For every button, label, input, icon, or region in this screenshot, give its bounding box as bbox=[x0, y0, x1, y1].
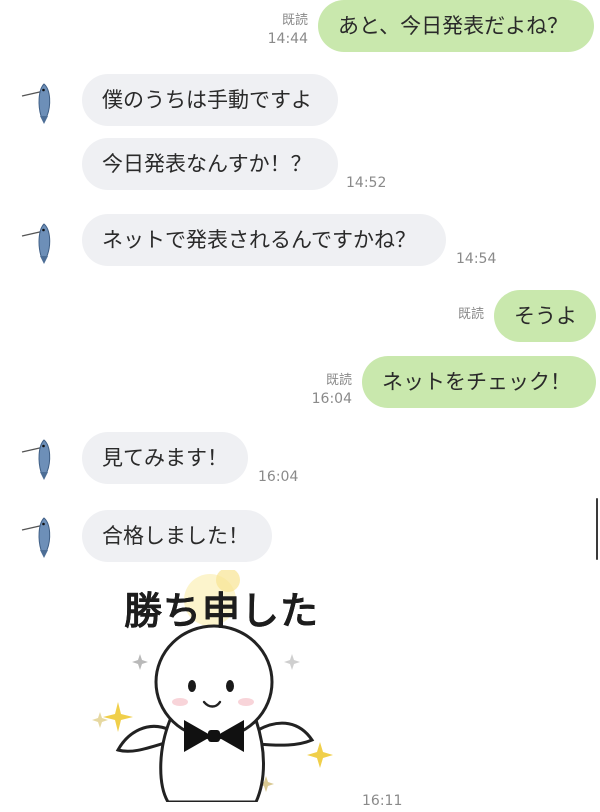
message-bubble-incoming[interactable]: 見てみます！ bbox=[82, 432, 248, 484]
message-bubble-incoming[interactable]: 僕のうちは手動ですよ bbox=[82, 74, 338, 126]
message-time: 14:44 bbox=[267, 31, 308, 47]
message-text: あと、今日発表だよね？ bbox=[338, 14, 569, 38]
message-text: 僕のうちは手動ですよ bbox=[102, 88, 312, 112]
message-text: そうよ bbox=[514, 304, 577, 328]
message-time: 16:04 bbox=[311, 391, 352, 407]
message-meta: 既読 16:04 bbox=[292, 372, 352, 408]
message-bubble-outgoing[interactable]: あと、今日発表だよね？ bbox=[318, 0, 594, 52]
message-bubble-incoming[interactable]: 合格しました！ bbox=[82, 510, 272, 562]
read-receipt: 既読 bbox=[281, 13, 308, 28]
fish-icon[interactable] bbox=[18, 510, 68, 560]
message-time: 14:52 bbox=[346, 175, 387, 191]
fish-icon[interactable] bbox=[18, 216, 68, 266]
message-bubble-incoming[interactable]: 今日発表なんすか！？ bbox=[82, 138, 338, 190]
fish-icon[interactable] bbox=[18, 76, 68, 126]
read-receipt: 既読 bbox=[457, 307, 484, 322]
message-text: 合格しました！ bbox=[102, 524, 249, 548]
message-bubble-outgoing[interactable]: そうよ bbox=[494, 290, 596, 342]
message-time: 16:11 bbox=[362, 793, 403, 809]
message-text: 今日発表なんすか！？ bbox=[102, 152, 312, 176]
message-bubble-incoming[interactable]: ネットで発表されるんですかね？ bbox=[82, 214, 446, 266]
message-meta: 既読 bbox=[424, 306, 484, 324]
sticker-image[interactable]: 勝ち申した bbox=[88, 568, 348, 804]
message-time: 14:54 bbox=[456, 251, 497, 267]
message-text: ネットで発表されるんですかね？ bbox=[102, 228, 416, 252]
read-receipt: 既読 bbox=[325, 373, 352, 388]
message-text: 見てみます！ bbox=[102, 446, 228, 470]
message-time: 16:04 bbox=[258, 469, 299, 485]
sticker-caption: 勝ち申した bbox=[124, 589, 320, 633]
scrollbar[interactable] bbox=[596, 498, 598, 560]
message-bubble-outgoing[interactable]: ネットをチェック！ bbox=[362, 356, 596, 408]
fish-icon[interactable] bbox=[18, 432, 68, 482]
message-meta: 既読 14:44 bbox=[248, 12, 308, 48]
message-text: ネットをチェック！ bbox=[382, 370, 571, 394]
